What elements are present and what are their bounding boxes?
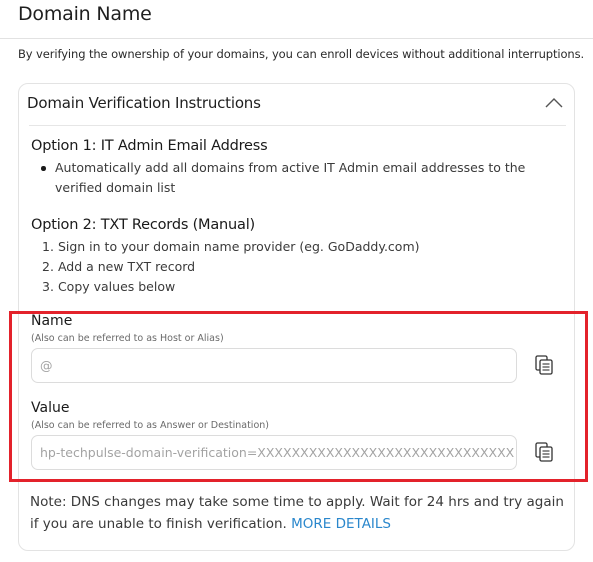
list-item: 3. Copy values below (42, 277, 420, 297)
option1-bullet-list: Automatically add all domains from activ… (31, 158, 571, 198)
step-text: Copy values below (57, 279, 176, 294)
bullet-icon (41, 166, 46, 171)
copy-value-button[interactable] (535, 442, 553, 462)
copy-icon (535, 442, 553, 462)
copy-icon (535, 355, 553, 375)
name-field-sublabel: (Also can be referred to as Host or Alia… (31, 333, 224, 344)
list-item: 1. Sign in to your domain name provider … (42, 237, 420, 257)
value-field[interactable]: hp-techpulse-domain-verification=XXXXXXX… (31, 435, 517, 470)
page-intro: By verifying the ownership of your domai… (18, 47, 585, 61)
step-number: 1. (42, 239, 54, 254)
page-title: Domain Name (18, 3, 152, 25)
value-field-label: Value (31, 400, 70, 416)
step-text: Add a new TXT record (57, 259, 196, 274)
copy-name-button[interactable] (535, 355, 553, 375)
option2-title: Option 2: TXT Records (Manual) (31, 217, 255, 233)
chevron-up-icon (545, 98, 563, 108)
bullet-text: Automatically add all domains from activ… (55, 160, 526, 195)
value-field-sublabel: (Also can be referred to as Answer or De… (31, 420, 269, 431)
option1-title: Option 1: IT Admin Email Address (31, 138, 268, 154)
header-divider (0, 38, 593, 39)
list-item: 2. Add a new TXT record (42, 257, 420, 277)
step-text: Sign in to your domain name provider (eg… (57, 239, 420, 254)
step-number: 3. (42, 279, 54, 294)
more-details-link[interactable]: MORE DETAILS (291, 516, 391, 532)
name-field-label: Name (31, 313, 73, 329)
step-number: 2. (42, 259, 54, 274)
card-divider (29, 125, 566, 126)
option2-step-list: 1. Sign in to your domain name provider … (42, 237, 420, 297)
collapse-button[interactable] (543, 94, 565, 112)
dns-note: Note: DNS changes may take some time to … (30, 491, 570, 535)
card-title: Domain Verification Instructions (27, 94, 261, 112)
list-item: Automatically add all domains from activ… (31, 158, 571, 198)
name-field[interactable]: @ (31, 348, 517, 383)
